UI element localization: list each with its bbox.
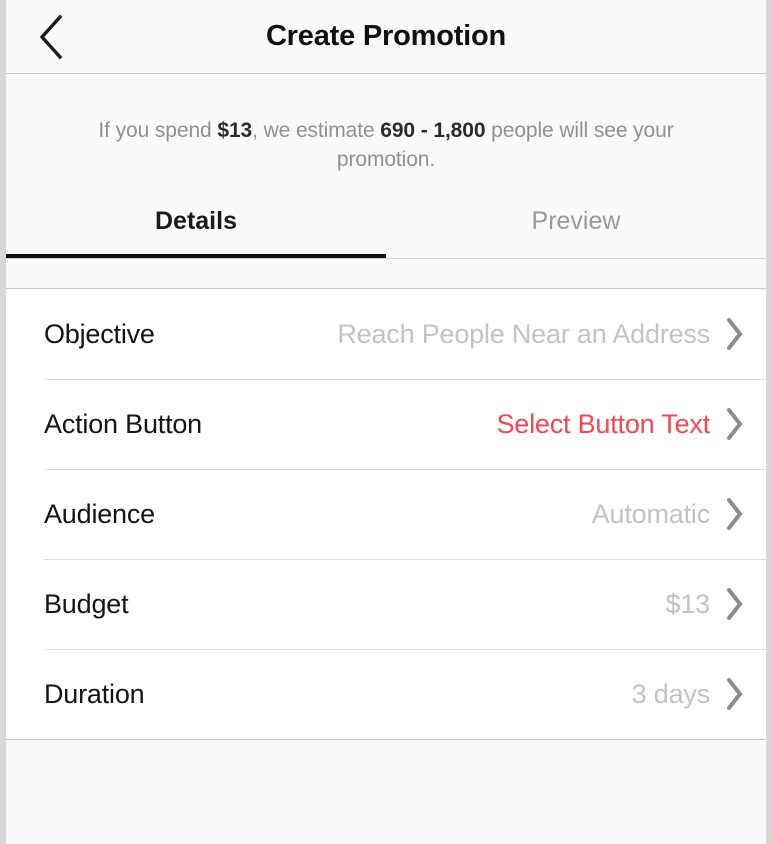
tab-details-label: Details: [155, 207, 237, 236]
page-title: Create Promotion: [6, 20, 766, 53]
row-duration[interactable]: Duration 3 days: [6, 649, 766, 739]
promotion-settings-list: Objective Reach People Near an Address A…: [6, 289, 766, 739]
row-objective[interactable]: Objective Reach People Near an Address: [6, 289, 766, 379]
row-audience-right: Automatic: [592, 497, 744, 531]
row-action-button-right: Select Button Text: [496, 407, 744, 441]
row-objective-right: Reach People Near an Address: [337, 317, 744, 351]
chevron-left-icon: [36, 13, 66, 61]
row-budget-label: Budget: [44, 589, 128, 620]
row-duration-label: Duration: [44, 679, 144, 710]
nav-bar: Create Promotion: [6, 0, 766, 74]
tab-preview[interactable]: Preview: [386, 184, 766, 258]
tab-details[interactable]: Details: [6, 184, 386, 258]
tab-bar: Details Preview: [6, 184, 766, 259]
row-objective-value: Reach People Near an Address: [337, 319, 710, 350]
back-button[interactable]: [20, 0, 82, 74]
chevron-right-icon: [724, 407, 744, 441]
row-objective-label: Objective: [44, 319, 155, 350]
estimate-reach: 690 - 1,800: [380, 119, 485, 142]
row-audience[interactable]: Audience Automatic: [6, 469, 766, 559]
row-audience-value: Automatic: [592, 499, 710, 530]
row-duration-right: 3 days: [632, 677, 744, 711]
row-budget[interactable]: Budget $13: [6, 559, 766, 649]
estimate-part1: If you spend: [98, 119, 217, 142]
row-audience-label: Audience: [44, 499, 155, 530]
tab-preview-label: Preview: [532, 207, 621, 236]
estimate-banner: If you spend $13, we estimate 690 - 1,80…: [6, 74, 766, 184]
row-action-button-value: Select Button Text: [496, 409, 710, 440]
row-budget-value: $13: [666, 589, 710, 620]
row-budget-right: $13: [666, 587, 744, 621]
section-spacer: [6, 259, 766, 289]
estimate-text: If you spend $13, we estimate 690 - 1,80…: [50, 116, 722, 174]
bottom-area: [6, 740, 766, 789]
row-duration-value: 3 days: [632, 679, 710, 710]
create-promotion-screen: Create Promotion If you spend $13, we es…: [0, 0, 772, 844]
row-action-button[interactable]: Action Button Select Button Text: [6, 379, 766, 469]
active-tab-indicator: [6, 254, 386, 258]
chevron-right-icon: [724, 587, 744, 621]
chevron-right-icon: [724, 677, 744, 711]
estimate-amount: $13: [217, 119, 252, 142]
estimate-part2: , we estimate: [252, 119, 380, 142]
row-action-button-label: Action Button: [44, 409, 202, 440]
chevron-right-icon: [724, 317, 744, 351]
chevron-right-icon: [724, 497, 744, 531]
